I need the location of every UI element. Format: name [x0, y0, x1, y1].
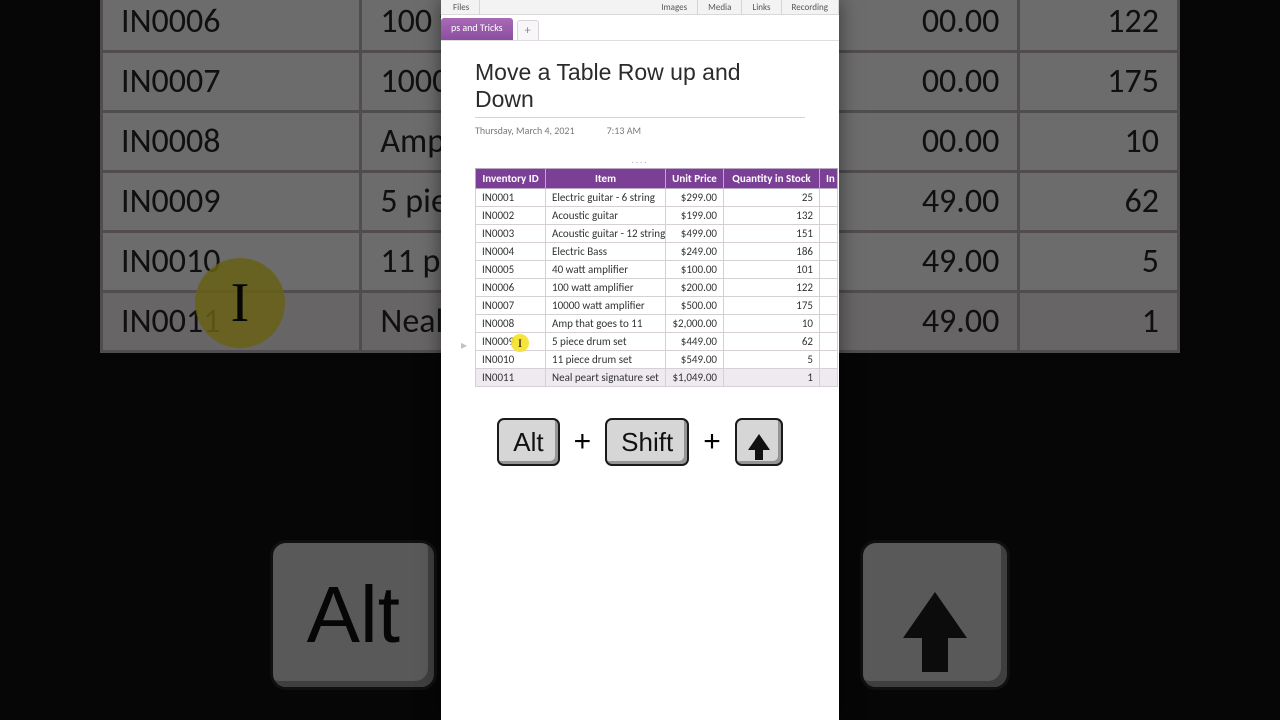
cell-item[interactable]: Acoustic guitar - 12 string [546, 225, 666, 243]
cell-price[interactable]: $499.00 [666, 225, 724, 243]
cell-item[interactable]: 10000 watt amplifier [546, 297, 666, 315]
cell-id[interactable]: IN0002 [476, 207, 546, 225]
cell-id[interactable]: IN0008 [476, 315, 546, 333]
add-section-button[interactable]: + [517, 20, 539, 40]
table-row[interactable]: IN0004Electric Bass$249.00186 [476, 243, 838, 261]
key-arrow-up [735, 418, 783, 466]
inventory-table[interactable]: Inventory ID Item Unit Price Quantity in… [475, 168, 838, 387]
ribbon-group-links: Links [742, 0, 781, 15]
plus-symbol: + [703, 425, 721, 459]
cell-truncated[interactable] [820, 279, 838, 297]
key-shift: Shift [605, 418, 689, 466]
cursor-highlight: I [511, 334, 529, 352]
ribbon-group-labels: Files Images Media Links Recording [441, 0, 839, 15]
cell-id[interactable]: IN0003 [476, 225, 546, 243]
cell-qty[interactable]: 186 [724, 243, 820, 261]
table-row[interactable]: IN001011 piece drum set$549.005 [476, 351, 838, 369]
table-row[interactable]: IN0001Electric guitar - 6 string$299.002… [476, 189, 838, 207]
container-drag-handle[interactable]: .... [475, 155, 805, 166]
col-item[interactable]: Item [546, 169, 666, 189]
cell-price[interactable]: $249.00 [666, 243, 724, 261]
table-row[interactable]: IN00095 piece drum set$449.0062 [476, 333, 838, 351]
cell-id[interactable]: IN0011 [476, 369, 546, 387]
keyboard-shortcut: Alt + Shift + [441, 418, 839, 466]
cell-qty[interactable]: 10 [724, 315, 820, 333]
cell-id[interactable]: IN0006 [476, 279, 546, 297]
cell-id[interactable]: IN0010 [476, 351, 546, 369]
page-date: Thursday, March 4, 2021 [475, 124, 575, 137]
cell-qty[interactable]: 25 [724, 189, 820, 207]
ribbon-group-files: Files [451, 0, 480, 15]
cell-truncated[interactable] [820, 351, 838, 369]
cell-item[interactable]: Amp that goes to 11 [546, 315, 666, 333]
cell-id[interactable]: IN0001 [476, 189, 546, 207]
onenote-window: Files Images Media Links Recording ps an… [441, 0, 839, 720]
col-truncated[interactable]: In [820, 169, 838, 189]
cell-item[interactable]: Acoustic guitar [546, 207, 666, 225]
page-time: 7:13 AM [607, 124, 641, 137]
cell-truncated[interactable] [820, 369, 838, 387]
cell-qty[interactable]: 5 [724, 351, 820, 369]
cell-qty[interactable]: 151 [724, 225, 820, 243]
cell-id[interactable]: IN0007 [476, 297, 546, 315]
cell-truncated[interactable] [820, 333, 838, 351]
cell-price[interactable]: $500.00 [666, 297, 724, 315]
table-row[interactable]: IN0003Acoustic guitar - 12 string$499.00… [476, 225, 838, 243]
cell-qty[interactable]: 62 [724, 333, 820, 351]
table-header-row: Inventory ID Item Unit Price Quantity in… [476, 169, 838, 189]
table-row[interactable]: IN0006100 watt amplifier$200.00122 [476, 279, 838, 297]
text-cursor-icon: I [518, 336, 522, 351]
cell-qty[interactable]: 175 [724, 297, 820, 315]
section-tab-bar: ps and Tricks + [441, 15, 839, 41]
cell-truncated[interactable] [820, 243, 838, 261]
table-row[interactable]: IN0002Acoustic guitar$199.00132 [476, 207, 838, 225]
cell-price[interactable]: $1,049.00 [666, 369, 724, 387]
cell-price[interactable]: $2,000.00 [666, 315, 724, 333]
plus-symbol: + [574, 425, 592, 459]
table-row[interactable]: IN0011Neal peart signature set$1,049.001 [476, 369, 838, 387]
cell-truncated[interactable] [820, 189, 838, 207]
cell-truncated[interactable] [820, 225, 838, 243]
table-row[interactable]: IN000710000 watt amplifier$500.00175 [476, 297, 838, 315]
page-title[interactable]: Move a Table Row up and Down [475, 59, 805, 113]
cell-item[interactable]: 11 piece drum set [546, 351, 666, 369]
cell-price[interactable]: $100.00 [666, 261, 724, 279]
cell-item[interactable]: Neal peart signature set [546, 369, 666, 387]
cell-id[interactable]: IN0004 [476, 243, 546, 261]
cell-item[interactable]: 100 watt amplifier [546, 279, 666, 297]
cell-truncated[interactable] [820, 297, 838, 315]
page-timestamp: Thursday, March 4, 2021 7:13 AM [475, 124, 805, 137]
cell-item[interactable]: Electric guitar - 6 string [546, 189, 666, 207]
cell-truncated[interactable] [820, 207, 838, 225]
row-anchor-icon[interactable]: ▸ [461, 338, 467, 353]
section-tab-active[interactable]: ps and Tricks [441, 18, 513, 40]
cell-price[interactable]: $549.00 [666, 351, 724, 369]
cell-qty[interactable]: 101 [724, 261, 820, 279]
cell-item[interactable]: Electric Bass [546, 243, 666, 261]
cell-truncated[interactable] [820, 261, 838, 279]
cell-qty[interactable]: 132 [724, 207, 820, 225]
cell-qty[interactable]: 122 [724, 279, 820, 297]
col-inventory-id[interactable]: Inventory ID [476, 169, 546, 189]
cell-item[interactable]: 40 watt amplifier [546, 261, 666, 279]
cell-price[interactable]: $299.00 [666, 189, 724, 207]
table-row[interactable]: IN0008Amp that goes to 11$2,000.0010 [476, 315, 838, 333]
key-alt: Alt [497, 418, 559, 466]
cell-id[interactable]: IN0005 [476, 261, 546, 279]
col-unit-price[interactable]: Unit Price [666, 169, 724, 189]
cell-price[interactable]: $200.00 [666, 279, 724, 297]
table-row[interactable]: IN000540 watt amplifier$100.00101 [476, 261, 838, 279]
ribbon-group-images: Images [651, 0, 698, 15]
col-qty[interactable]: Quantity in Stock [724, 169, 820, 189]
cell-truncated[interactable] [820, 315, 838, 333]
title-underline [475, 117, 805, 118]
ribbon-group-recording: Recording [782, 0, 839, 15]
cell-qty[interactable]: 1 [724, 369, 820, 387]
arrow-up-icon [748, 434, 770, 450]
cell-item[interactable]: 5 piece drum set [546, 333, 666, 351]
cell-price[interactable]: $199.00 [666, 207, 724, 225]
ribbon-group-media: Media [698, 0, 742, 15]
cell-price[interactable]: $449.00 [666, 333, 724, 351]
